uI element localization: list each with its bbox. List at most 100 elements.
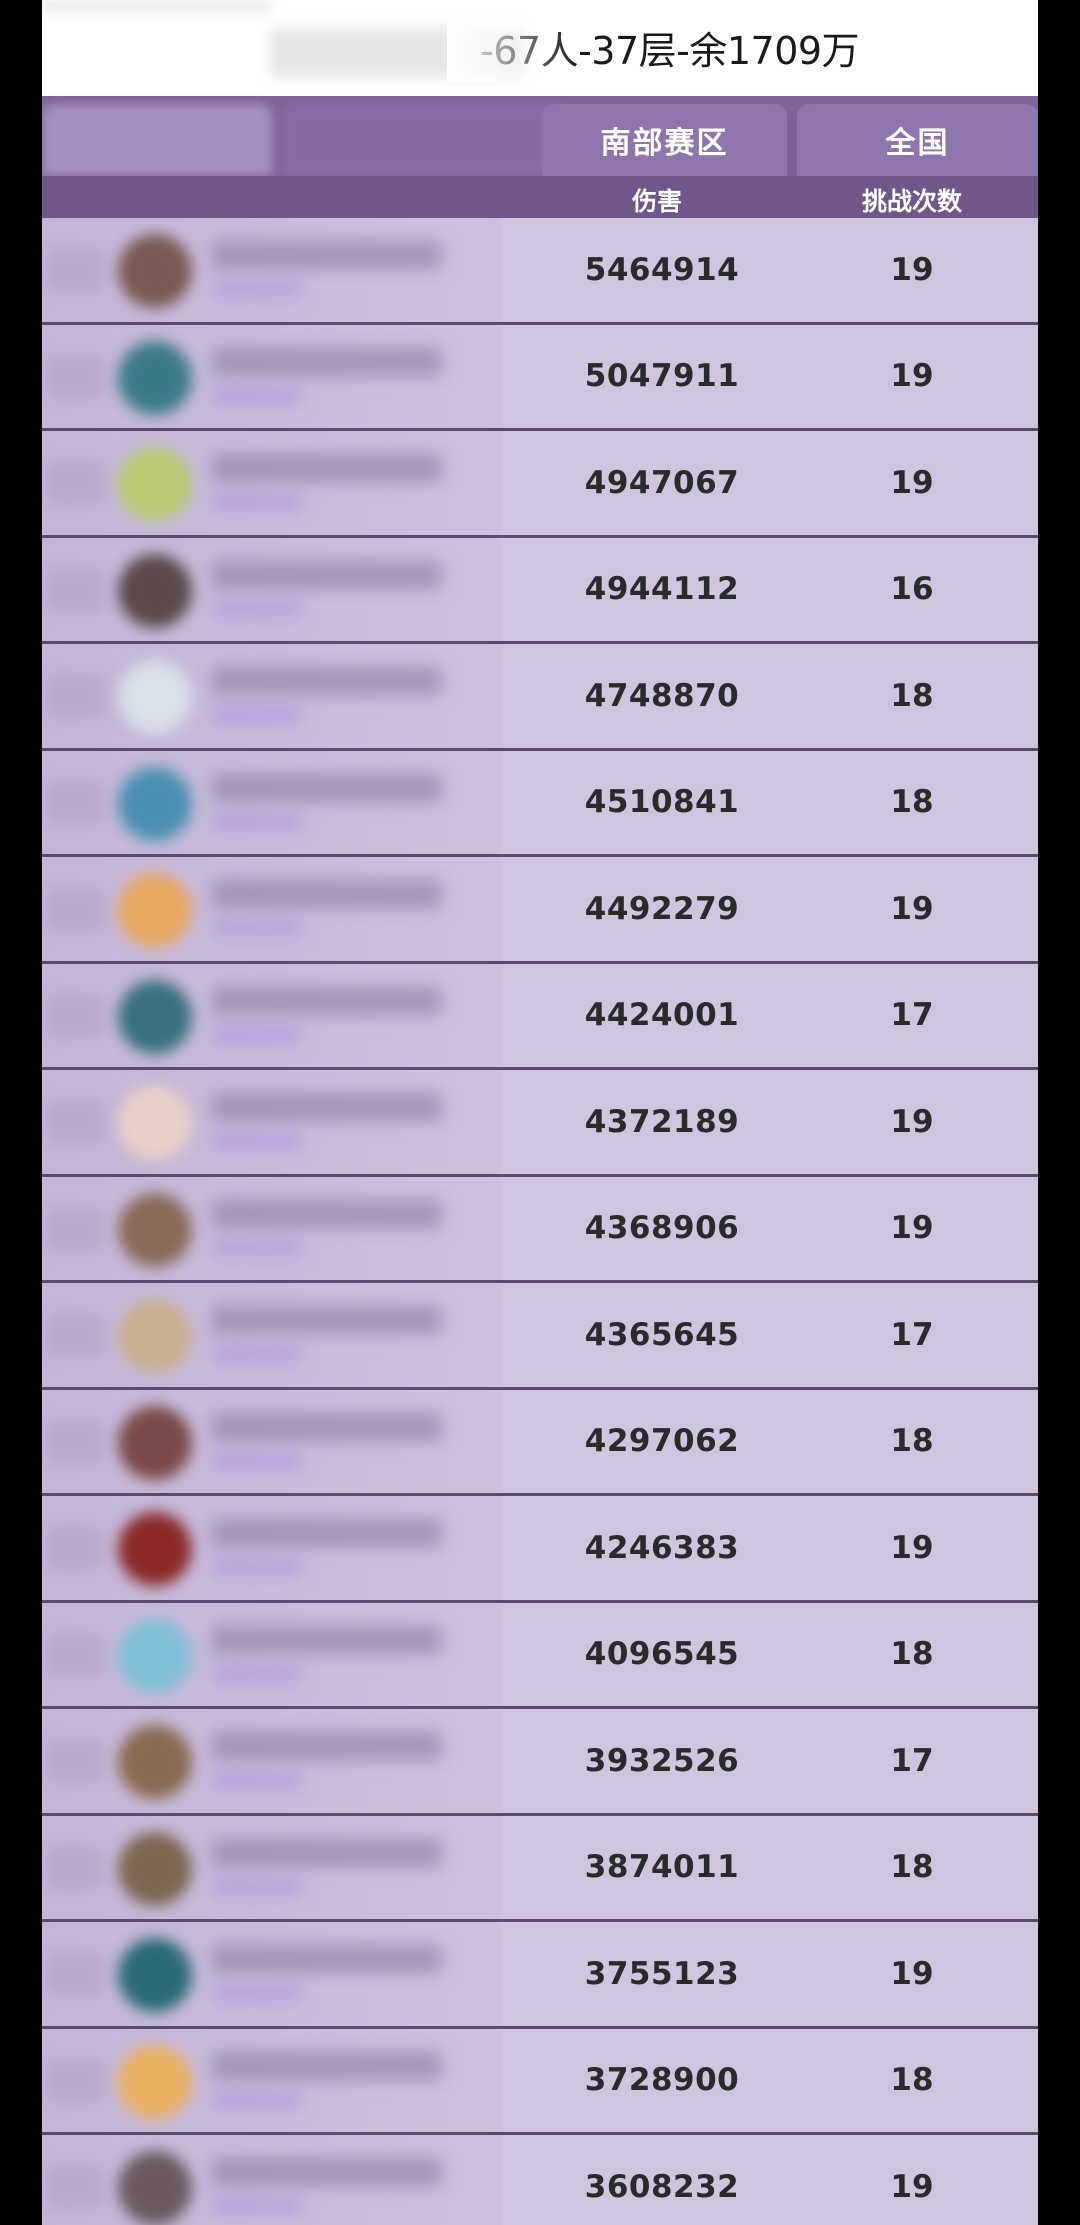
rank-blurred <box>46 354 104 399</box>
avatar <box>118 553 192 628</box>
table-row[interactable]: 4372189 19 <box>42 1070 1038 1177</box>
rank-blurred <box>46 567 104 612</box>
avatar <box>118 1618 192 1693</box>
player-sub-blurred <box>212 917 302 939</box>
table-row[interactable]: 4365645 17 <box>42 1283 1038 1390</box>
rank-blurred <box>46 2165 104 2209</box>
player-sub-blurred <box>212 1769 302 1791</box>
player-name-blurred <box>212 559 442 590</box>
table-row[interactable]: 4368906 19 <box>42 1176 1038 1283</box>
table-row[interactable]: 4947067 19 <box>42 431 1038 538</box>
attempts-value: 19 <box>890 1210 934 1247</box>
rank-blurred <box>46 1952 104 1996</box>
table-row[interactable]: 3608232 19 <box>42 2135 1038 2225</box>
rank-blurred <box>46 674 104 718</box>
table-row[interactable]: 4246383 19 <box>42 1496 1038 1603</box>
damage-value: 5464914 <box>584 251 740 288</box>
player-name-blurred <box>212 772 442 803</box>
table-row[interactable]: 3932526 17 <box>42 1709 1038 1816</box>
table-row[interactable]: 3874011 18 <box>42 1815 1038 1922</box>
avatar <box>118 660 192 734</box>
player-sub-blurred <box>212 810 302 833</box>
player-name-blurred <box>212 346 442 377</box>
player-name-blurred <box>212 2050 442 2081</box>
player-name-blurred <box>212 1411 442 1442</box>
player-name-blurred <box>212 1198 442 1229</box>
attempts-value: 19 <box>890 2168 934 2205</box>
player-sub-blurred <box>212 278 302 300</box>
avatar <box>118 2044 192 2119</box>
title-fade <box>447 18 577 82</box>
damage-value: 5047911 <box>584 358 740 395</box>
ranking-panel: -67人-37层-余1709万 南部赛区 全国 伤害 挑战次数 5464914 1… <box>42 0 1038 2225</box>
attempts-value: 19 <box>890 1955 934 1992</box>
player-name-blurred <box>212 1092 442 1122</box>
avatar <box>118 1512 192 1586</box>
table-row[interactable]: 5047911 19 <box>42 324 1038 431</box>
avatar <box>118 1831 192 1906</box>
rank-blurred <box>46 993 104 1038</box>
player-name-blurred <box>212 1518 442 1548</box>
attempts-value: 18 <box>890 1636 934 1673</box>
table-row[interactable]: 4492279 19 <box>42 857 1038 964</box>
player-sub-blurred <box>212 2088 302 2111</box>
table-row[interactable]: 4510841 18 <box>42 750 1038 857</box>
attempts-value: 18 <box>890 677 934 714</box>
damage-value: 4424001 <box>584 997 740 1034</box>
rank-blurred <box>46 1526 104 1570</box>
tab-south-region[interactable]: 南部赛区 <box>542 104 787 176</box>
attempts-value: 19 <box>890 1529 934 1566</box>
rank-blurred <box>46 1632 104 1677</box>
player-sub-blurred <box>212 2195 302 2217</box>
player-sub-blurred <box>212 1343 302 1365</box>
avatar <box>118 1938 192 2012</box>
avatar <box>118 447 192 521</box>
table-row[interactable]: 4424001 17 <box>42 963 1038 1070</box>
player-name-blurred <box>212 1837 442 1868</box>
damage-value: 3608232 <box>584 2168 740 2205</box>
damage-value: 4748870 <box>584 677 740 714</box>
avatar <box>118 340 192 415</box>
table-row[interactable]: 4297062 18 <box>42 1389 1038 1496</box>
player-name-blurred <box>212 1305 442 1335</box>
rank-blurred <box>46 1100 104 1144</box>
attempts-value: 18 <box>890 784 934 821</box>
player-name-blurred <box>212 879 442 909</box>
table-row[interactable]: 4944112 16 <box>42 537 1038 644</box>
damage-value: 4510841 <box>584 784 740 821</box>
avatar <box>118 766 192 841</box>
attempts-value: 18 <box>890 1423 934 1460</box>
table-row[interactable]: 4748870 18 <box>42 644 1038 751</box>
player-name-blurred <box>212 1731 442 1761</box>
attempts-value: 16 <box>890 571 934 608</box>
player-sub-blurred <box>212 384 302 407</box>
attempts-value: 19 <box>890 251 934 288</box>
ranking-list: 5464914 19 5047911 19 4947067 19 4944112 16 4748… <box>42 218 1038 2225</box>
tab-national[interactable]: 全国 <box>797 104 1038 176</box>
tab-blurred-2[interactable] <box>282 104 572 176</box>
rank-blurred <box>46 1845 104 1890</box>
attempts-value: 19 <box>890 1103 934 1140</box>
damage-value: 4246383 <box>584 1529 740 1566</box>
player-name-blurred <box>212 1624 442 1655</box>
avatar <box>118 1299 192 1373</box>
player-name-blurred <box>212 453 442 483</box>
player-sub-blurred <box>212 1236 302 1259</box>
table-row[interactable]: 4096545 18 <box>42 1602 1038 1709</box>
damage-value: 4096545 <box>584 1636 740 1673</box>
table-row[interactable]: 3755123 19 <box>42 1922 1038 2029</box>
player-sub-blurred <box>212 1662 302 1685</box>
player-sub-blurred <box>212 1982 302 2004</box>
player-sub-blurred <box>212 1130 302 1152</box>
attempts-value: 17 <box>890 997 934 1034</box>
damage-value: 4297062 <box>584 1423 740 1460</box>
rank-blurred <box>46 1313 104 1357</box>
tab-blurred-1[interactable] <box>42 104 272 176</box>
avatar <box>118 2151 192 2225</box>
table-row[interactable]: 5464914 19 <box>42 218 1038 325</box>
table-row[interactable]: 3728900 18 <box>42 2028 1038 2135</box>
rank-blurred <box>46 1739 104 1783</box>
player-name-blurred <box>212 666 442 696</box>
rank-blurred <box>46 2058 104 2103</box>
rank-blurred <box>46 1206 104 1251</box>
